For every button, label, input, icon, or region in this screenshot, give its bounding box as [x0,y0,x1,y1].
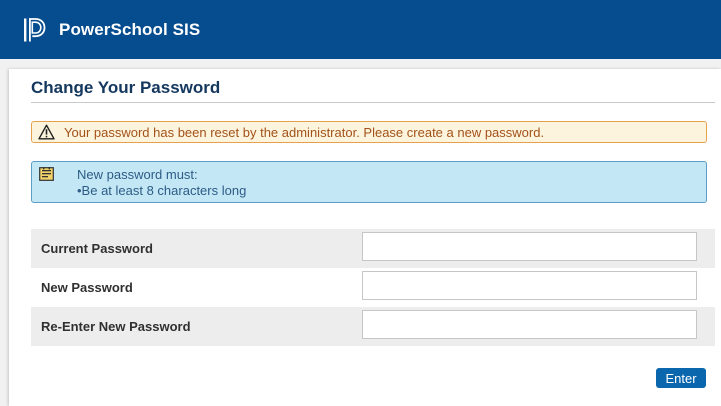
new-password-input[interactable] [362,271,697,300]
password-reset-warning: Your password has been reset by the admi… [31,121,707,143]
enter-button[interactable]: Enter [656,368,706,388]
reenter-password-input[interactable] [362,310,697,339]
password-requirements: New password must: •Be at least 8 charac… [31,161,707,203]
new-password-label: New Password [41,280,133,295]
app-header: PowerSchool SIS [0,0,721,59]
new-password-row: New Password [31,268,715,307]
warning-message: Your password has been reset by the admi… [64,125,545,140]
warning-triangle-icon [38,124,55,140]
change-password-panel: Change Your Password Your password has b… [9,69,721,406]
powerschool-logo-icon [24,18,46,42]
app-brand: PowerSchool SIS [59,20,201,39]
current-password-input[interactable] [362,232,697,261]
requirements-heading: New password must: [77,167,198,182]
note-icon [39,167,54,181]
current-password-row: Current Password [31,229,715,268]
page-title: Change Your Password [31,78,221,97]
title-divider [31,102,715,103]
current-password-label: Current Password [41,241,153,256]
requirement-item: •Be at least 8 characters long [77,183,247,198]
reenter-password-row: Re-Enter New Password [31,307,715,346]
reenter-password-label: Re-Enter New Password [41,319,191,334]
